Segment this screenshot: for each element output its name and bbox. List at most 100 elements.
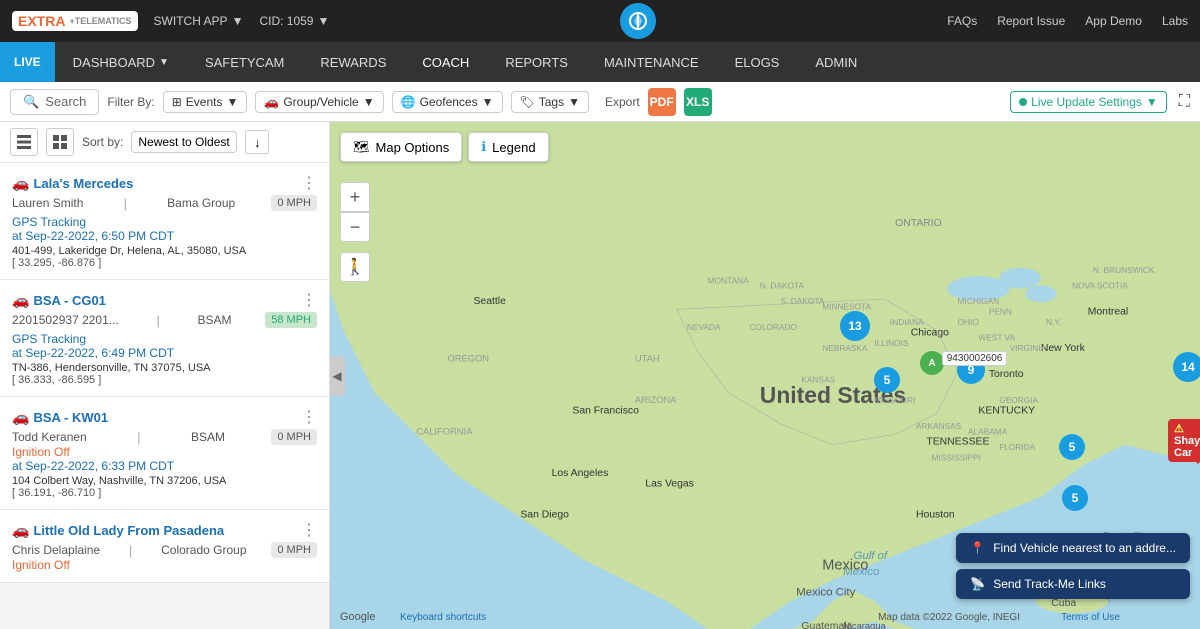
cluster-marker[interactable]: 13 bbox=[840, 311, 870, 341]
more-options-button[interactable]: ⋮ bbox=[301, 407, 317, 427]
grid-view-button[interactable] bbox=[46, 128, 74, 156]
vehicle-label: 9430002606 bbox=[942, 351, 1008, 366]
vehicle-name[interactable]: Little Old Lady From Pasadena bbox=[33, 523, 224, 538]
svg-text:ARIZONA: ARIZONA bbox=[635, 395, 677, 405]
zoom-in-button[interactable]: + bbox=[340, 182, 370, 212]
car-icon: 🚗 bbox=[12, 292, 29, 308]
location-search-icon: 📍 bbox=[970, 541, 985, 555]
live-update-settings-button[interactable]: Live Update Settings ▼ bbox=[1010, 91, 1167, 113]
svg-text:San Francisco: San Francisco bbox=[572, 405, 639, 416]
keyboard-shortcuts-link[interactable]: Keyboard shortcuts bbox=[400, 612, 486, 623]
find-vehicle-button[interactable]: 📍 Find Vehicle nearest to an addre... bbox=[956, 533, 1190, 563]
sort-select[interactable]: Newest to Oldest bbox=[131, 131, 237, 153]
shayna-car-marker[interactable]: ⚠ Shayna's Car bbox=[1168, 419, 1200, 462]
labs-link[interactable]: Labs bbox=[1162, 14, 1188, 28]
svg-text:PENN: PENN bbox=[989, 307, 1012, 317]
nav-admin[interactable]: ADMIN bbox=[797, 42, 875, 82]
export-pdf-button[interactable]: PDF bbox=[648, 88, 676, 116]
svg-text:Chicago: Chicago bbox=[911, 327, 949, 338]
svg-text:FLORIDA: FLORIDA bbox=[999, 442, 1035, 452]
sort-order-button[interactable]: ↓ bbox=[245, 130, 269, 154]
cid-selector[interactable]: CID: 1059 ▼ bbox=[259, 14, 329, 28]
vehicle-card: 🚗Little Old Lady From Pasadena ⋮ Chris D… bbox=[0, 510, 329, 583]
street-view-button[interactable]: 🚶 bbox=[340, 252, 370, 282]
event-time[interactable]: at Sep-22-2022, 6:49 PM CDT bbox=[12, 346, 317, 360]
map-toolbar: 🗺 Map Options ℹ Legend bbox=[340, 132, 549, 162]
svg-text:S. DAKOTA: S. DAKOTA bbox=[781, 296, 825, 306]
cluster-marker[interactable]: 5 bbox=[1062, 485, 1088, 511]
event-time[interactable]: at Sep-22-2022, 6:33 PM CDT bbox=[12, 459, 317, 473]
cluster-marker[interactable]: 5 bbox=[874, 367, 900, 393]
legend-button[interactable]: ℹ Legend bbox=[468, 132, 548, 162]
svg-text:NOVA SCOTIA: NOVA SCOTIA bbox=[1072, 281, 1128, 291]
event-type: GPS Tracking bbox=[12, 215, 317, 229]
sort-label: Sort by: bbox=[82, 135, 123, 149]
zoom-out-button[interactable]: − bbox=[340, 212, 370, 242]
vehicle-name[interactable]: BSA - KW01 bbox=[33, 410, 108, 425]
more-options-button[interactable]: ⋮ bbox=[301, 290, 317, 310]
more-options-button[interactable]: ⋮ bbox=[301, 520, 317, 540]
svg-text:KANSAS: KANSAS bbox=[801, 374, 835, 384]
chevron-down-icon: ▼ bbox=[232, 14, 244, 28]
nav-live[interactable]: LIVE bbox=[0, 42, 55, 82]
filter-bar: 🔍 Search Filter By: ⊞ Events ▼ 🚗 Group/V… bbox=[0, 82, 1200, 122]
svg-text:ONTARIO: ONTARIO bbox=[895, 218, 942, 229]
app-demo-link[interactable]: App Demo bbox=[1085, 14, 1142, 28]
nav-elogs[interactable]: ELOGS bbox=[717, 42, 798, 82]
speed-badge: 0 MPH bbox=[271, 542, 317, 558]
report-issue-link[interactable]: Report Issue bbox=[997, 14, 1065, 28]
fullscreen-button[interactable]: ⛶ bbox=[1179, 93, 1190, 111]
car-icon: 🚗 bbox=[12, 409, 29, 425]
main-navigation: LIVE DASHBOARD ▼ SAFETYCAM REWARDS COACH… bbox=[0, 42, 1200, 82]
send-track-me-button[interactable]: 📡 Send Track-Me Links bbox=[956, 569, 1190, 599]
map-options-button[interactable]: 🗺 Map Options bbox=[340, 132, 462, 162]
speed-badge: 58 MPH bbox=[265, 312, 317, 328]
vehicle-driver: Chris Delaplaine bbox=[12, 543, 100, 557]
faqs-link[interactable]: FAQs bbox=[947, 14, 977, 28]
terms-of-use-link[interactable]: Terms of Use bbox=[1061, 612, 1120, 623]
svg-text:ILLINOIS: ILLINOIS bbox=[874, 338, 909, 348]
more-options-button[interactable]: ⋮ bbox=[301, 173, 317, 193]
vehicle-marker[interactable]: A bbox=[920, 351, 944, 375]
nav-maintenance[interactable]: MAINTENANCE bbox=[586, 42, 717, 82]
svg-text:MONTANA: MONTANA bbox=[708, 275, 749, 285]
nav-rewards[interactable]: REWARDS bbox=[302, 42, 404, 82]
chevron-down-icon: ▼ bbox=[159, 57, 169, 68]
geofences-filter[interactable]: 🌐 Geofences ▼ bbox=[392, 91, 503, 113]
vehicle-driver: 2201502937 2201... bbox=[12, 313, 119, 327]
svg-text:Mexico: Mexico bbox=[822, 558, 868, 574]
main-content: Sort by: Newest to Oldest ↓ 🚗 Lala's Merc… bbox=[0, 122, 1200, 629]
cluster-marker[interactable]: 5 bbox=[1059, 434, 1085, 460]
nav-reports[interactable]: REPORTS bbox=[487, 42, 586, 82]
nav-coach[interactable]: COACH bbox=[404, 42, 487, 82]
car-icon: 🚗 bbox=[12, 175, 29, 191]
events-filter[interactable]: ⊞ Events ▼ bbox=[163, 91, 248, 113]
svg-text:Cuba: Cuba bbox=[1051, 598, 1076, 609]
search-button[interactable]: 🔍 Search bbox=[10, 89, 99, 115]
export-xls-button[interactable]: XLS bbox=[684, 88, 712, 116]
svg-text:VIRGINIA: VIRGINIA bbox=[1010, 343, 1047, 353]
vehicle-card: 🚗BSA - KW01 ⋮ Todd Keranen | BSAM 0 MPH … bbox=[0, 397, 329, 510]
event-time[interactable]: at Sep-22-2022, 6:50 PM CDT bbox=[12, 229, 317, 243]
alert-icon: ⚠ bbox=[1174, 423, 1184, 435]
list-view-button[interactable] bbox=[10, 128, 38, 156]
map-background[interactable]: Gulf of Mexico Caribbean Sea United Stat… bbox=[330, 122, 1200, 629]
nav-safetycam[interactable]: SAFETYCAM bbox=[187, 42, 302, 82]
event-type: GPS Tracking bbox=[12, 332, 317, 346]
chevron-down-icon: ▼ bbox=[363, 95, 375, 109]
vehicle-name[interactable]: Lala's Mercedes bbox=[33, 176, 133, 191]
collapse-panel-button[interactable]: ◀ bbox=[330, 356, 345, 396]
group-vehicle-filter[interactable]: 🚗 Group/Vehicle ▼ bbox=[255, 91, 383, 113]
nav-dashboard[interactable]: DASHBOARD ▼ bbox=[55, 42, 187, 82]
vehicle-name[interactable]: BSA - CG01 bbox=[33, 293, 105, 308]
vehicle-card: 🚗Lala's Mercedes ⋮ Lauren Smith | Bama G… bbox=[0, 163, 329, 280]
svg-text:Montreal: Montreal bbox=[1088, 307, 1129, 318]
chevron-down-icon: ▼ bbox=[226, 95, 238, 109]
cluster-marker[interactable]: 14 bbox=[1173, 352, 1200, 382]
switch-app-button[interactable]: SWITCH APP ▼ bbox=[154, 14, 244, 28]
svg-text:TENNESSEE: TENNESSEE bbox=[926, 437, 989, 448]
svg-text:Seattle: Seattle bbox=[474, 296, 507, 307]
tags-filter[interactable]: 🏷 Tags ▼ bbox=[511, 91, 589, 113]
vehicle-driver: Lauren Smith bbox=[12, 196, 83, 210]
event-coords: [ 36.333, -86.595 ] bbox=[12, 374, 317, 386]
